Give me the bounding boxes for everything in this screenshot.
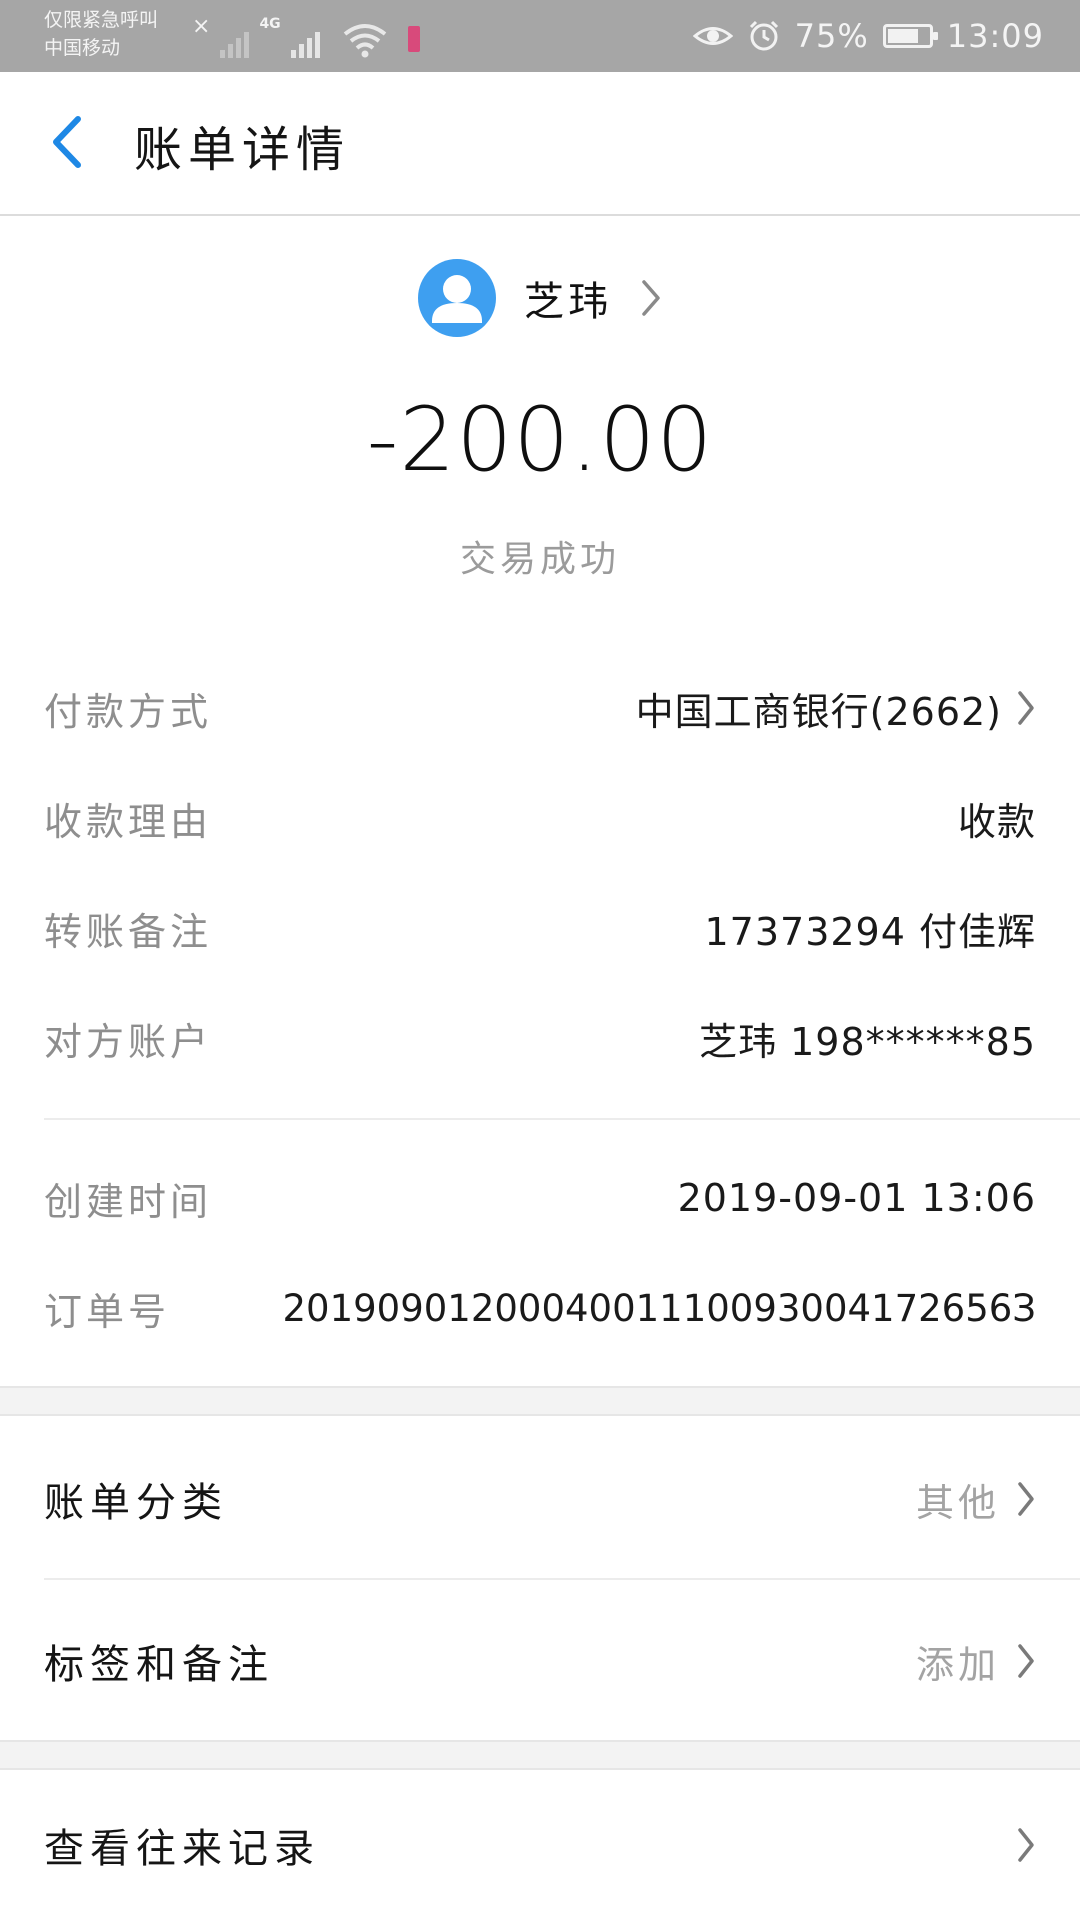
meta-row-order-id: 订单号 2019090120004001110093004172656З	[44, 1268, 1036, 1348]
detail-row-remark: 转账备注 17373294 付佳辉	[44, 888, 1036, 968]
section-separator	[0, 1740, 1080, 1770]
battery-icon	[882, 24, 938, 48]
chevron-left-icon	[53, 116, 81, 168]
payee-name: 芝玮	[524, 279, 612, 325]
detail-row-counterparty: 对方账户 芝玮 198******85	[44, 998, 1036, 1078]
bill-category-row[interactable]: 账单分类 其他	[44, 1444, 1036, 1554]
tags-label: 标签和备注	[44, 1642, 274, 1688]
category-label: 账单分类	[44, 1480, 228, 1526]
chevron-right-icon	[1018, 1482, 1034, 1516]
status-bar: 仅限紧急呼叫 中国移动 × 4G 75% 13:09	[0, 0, 1080, 72]
meta-value: 2019-09-01 13:06	[677, 1176, 1036, 1220]
back-button[interactable]	[38, 112, 98, 172]
divider	[44, 1578, 1080, 1580]
history-value	[1016, 1826, 1036, 1864]
amount: -200.00	[366, 388, 714, 491]
detail-value: 芝玮 198******85	[699, 1019, 1036, 1064]
chevron-right-icon	[1018, 1828, 1034, 1862]
page-title: 账单详情	[134, 122, 351, 178]
meta-label: 订单号	[44, 1289, 171, 1334]
chevron-right-icon	[642, 280, 660, 316]
clock: 13:09	[946, 17, 1044, 55]
alarm-icon	[749, 20, 778, 51]
view-history-row[interactable]: 查看往来记录	[44, 1790, 1036, 1900]
detail-label: 对方账户	[44, 1019, 213, 1064]
wifi-icon	[343, 24, 386, 58]
signal-bars-4g-icon	[290, 24, 320, 58]
carrier-line-emergency: 仅限紧急呼叫	[44, 9, 159, 31]
carrier-line-name: 中国移动	[44, 37, 121, 59]
user-icon	[432, 275, 482, 323]
detail-row-reason: 收款理由 收款	[44, 778, 1036, 858]
meta-row-created: 创建时间 2019-09-01 13:06	[44, 1158, 1036, 1238]
detail-label: 转账备注	[44, 909, 213, 954]
divider	[44, 1118, 1080, 1120]
meta-label: 创建时间	[44, 1179, 213, 1224]
battery-percent: 75%	[794, 17, 869, 55]
detail-label: 付款方式	[44, 689, 213, 734]
app-indicator-icon	[407, 26, 420, 52]
network-type-label: 4G	[259, 16, 281, 32]
carrier-info: 仅限紧急呼叫 中国移动	[44, 6, 158, 62]
section-separator	[0, 1386, 1080, 1416]
order-number: 2019090120004001110093004172656З	[282, 1286, 1036, 1330]
history-label: 查看往来记录	[44, 1826, 320, 1872]
detail-value: 17373294 付佳辉	[704, 909, 1036, 954]
signal-area: × 4G	[192, 12, 420, 58]
detail-value: 收款	[957, 799, 1036, 844]
chevron-right-icon	[1018, 1644, 1034, 1678]
payee-link[interactable]: 芝玮	[0, 258, 1080, 338]
payment-method-value: 中国工商银行(2662)	[635, 689, 1002, 734]
chevron-right-icon	[1018, 691, 1034, 725]
category-value: 其他	[916, 1472, 1036, 1527]
detail-value: 中国工商银行(2662)	[636, 681, 1036, 736]
signal-bars-icon	[220, 24, 250, 58]
detail-label: 收款理由	[44, 799, 213, 844]
tags-value: 添加	[916, 1634, 1036, 1689]
no-signal-icon: ×	[192, 14, 211, 39]
detail-row-payment-method[interactable]: 付款方式 中国工商银行(2662)	[44, 668, 1036, 748]
transaction-status: 交易成功	[459, 539, 620, 580]
tags-add: 添加	[915, 1642, 1000, 1687]
avatar	[418, 259, 496, 337]
category-current: 其他	[915, 1480, 1000, 1525]
status-right: 75% 13:09	[692, 0, 1044, 72]
eye-icon	[692, 27, 733, 45]
tags-notes-row[interactable]: 标签和备注 添加	[44, 1606, 1036, 1716]
title-bar: 账单详情	[0, 72, 1080, 216]
